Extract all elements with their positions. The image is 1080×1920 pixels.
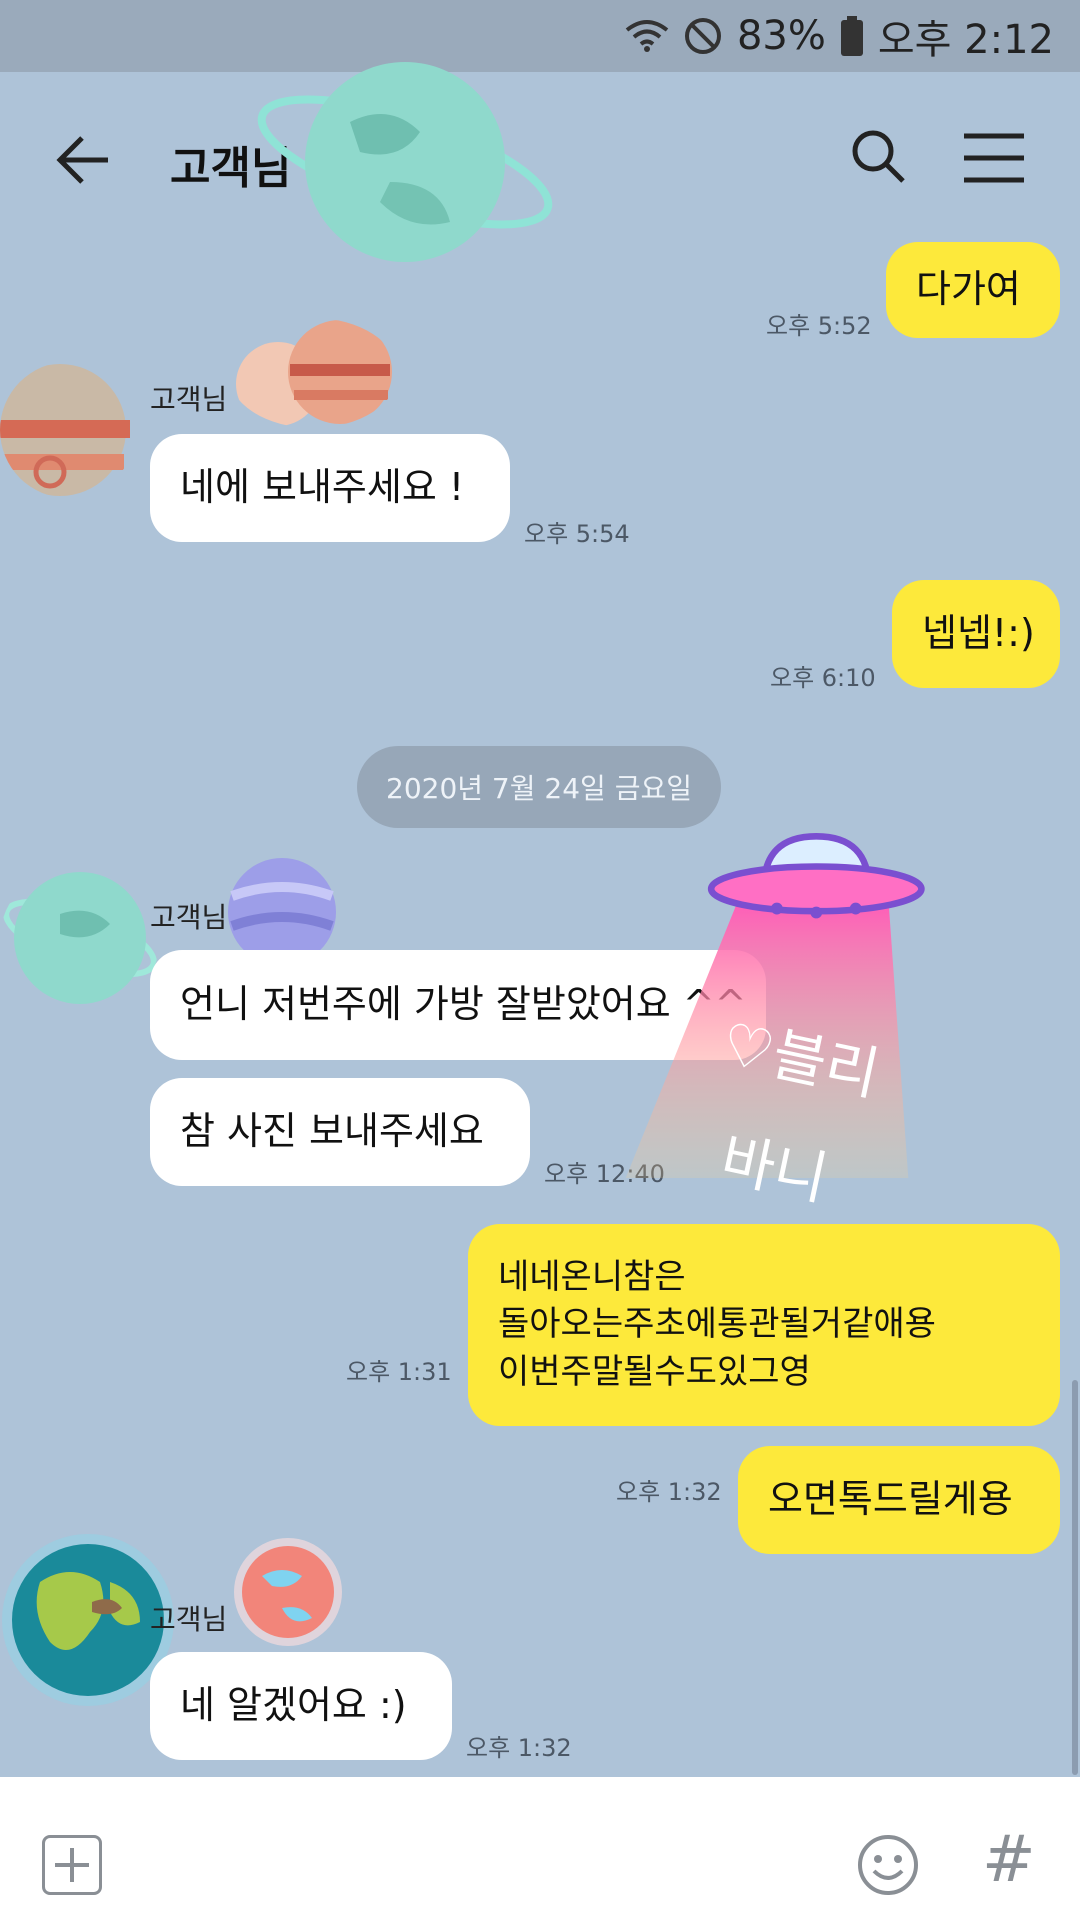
hashtag-icon[interactable]: # <box>982 1823 1036 1897</box>
message-time: 오후 5:54 <box>524 520 630 548</box>
wifi-icon <box>625 18 669 54</box>
message-time: 오후 1:32 <box>616 1478 722 1506</box>
sender-name: 고객님 <box>150 1603 228 1636</box>
battery-icon <box>840 16 864 56</box>
message-time: 오후 5:52 <box>766 312 872 340</box>
message-time: 오후 1:31 <box>346 1358 452 1386</box>
avatar[interactable] <box>0 362 136 498</box>
message-text: 참 사진 보내주세요 <box>180 1109 484 1154</box>
planet-sticker <box>236 320 392 426</box>
scrollbar[interactable] <box>1072 1380 1078 1775</box>
avatar[interactable] <box>0 864 160 1014</box>
message-bubble[interactable]: 네 알겠어요 :) <box>150 1652 452 1760</box>
battery-percent: 83% <box>736 13 826 59</box>
planet-sticker <box>257 62 553 262</box>
message-text: 다가여 <box>916 267 1021 312</box>
message-line: 이번주말될수도있그영 <box>498 1351 811 1392</box>
search-icon[interactable] <box>848 126 908 186</box>
back-arrow-icon[interactable] <box>52 128 116 192</box>
message-text: 네 알겠어요 :) <box>180 1683 407 1728</box>
message-bubble[interactable]: 넵넵!:) <box>892 580 1060 688</box>
message-line: 네네온니참은 <box>498 1256 686 1297</box>
message-bubble[interactable]: 네에 보내주세요 ! <box>150 434 510 542</box>
message-text: 오면톡드릴게용 <box>768 1477 1013 1522</box>
message-bubble[interactable]: 네네온니참은 돌아오는주초에통관될거같애용 이번주말될수도있그영 <box>468 1224 1060 1426</box>
emoji-icon[interactable] <box>856 1833 920 1897</box>
sender-name: 고객님 <box>150 901 228 934</box>
message-text: 네에 보내주세요 ! <box>180 465 465 510</box>
message-text: 넵넵!:) <box>922 611 1035 656</box>
plus-icon[interactable] <box>42 1835 102 1895</box>
menu-icon[interactable] <box>962 130 1026 186</box>
message-bubble[interactable]: 참 사진 보내주세요 <box>150 1078 530 1186</box>
message-line: 돌아오는주초에통관될거같애용 <box>498 1304 936 1345</box>
sender-name: 고객님 <box>150 383 228 416</box>
do-not-disturb-icon <box>683 16 723 56</box>
clock: 오후 2:12 <box>877 17 1054 63</box>
message-bubble[interactable]: 오면톡드릴게용 <box>738 1446 1060 1554</box>
planet-sticker <box>234 1538 342 1646</box>
chat-area: 오후 5:52 다가여 고객님 네에 보내주세요 ! 오후 5:54 오후 6:… <box>0 242 1080 1777</box>
message-time: 오후 6:10 <box>770 664 876 692</box>
input-bar: # <box>0 1777 1080 1920</box>
message-time: 오후 1:32 <box>466 1734 572 1762</box>
message-bubble[interactable]: 다가여 <box>886 242 1060 338</box>
